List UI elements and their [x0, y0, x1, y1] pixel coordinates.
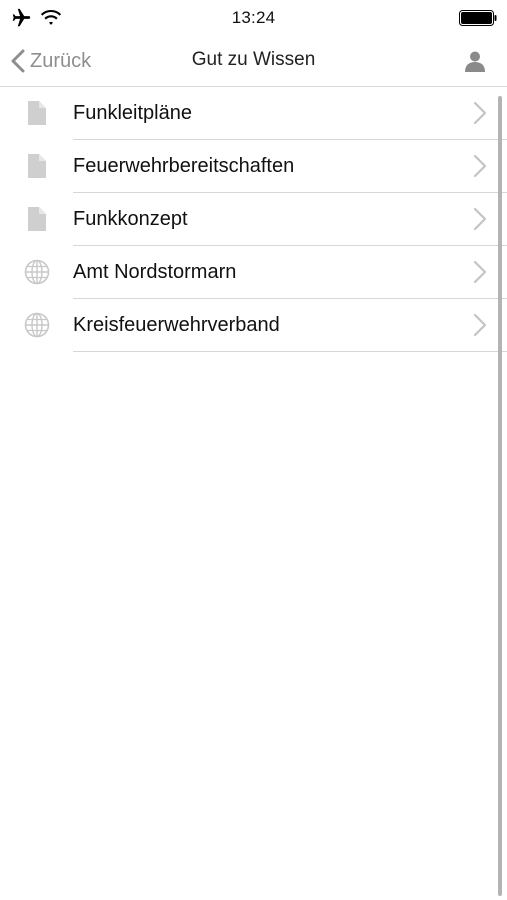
chevron-right-icon [473, 313, 487, 337]
document-icon [28, 101, 46, 125]
list-item-label: Funkkonzept [73, 208, 188, 230]
list-item[interactable]: Feuerwehrbereitschaften [0, 140, 507, 193]
list-item[interactable]: Amt Nordstormarn [0, 246, 507, 299]
list-item[interactable]: Kreisfeuerwehrverband [0, 299, 507, 352]
list-item-label: Feuerwehrbereitschaften [73, 155, 295, 177]
battery-icon [459, 10, 497, 26]
document-icon [28, 154, 46, 178]
chevron-right-icon [473, 154, 487, 178]
globe-icon [24, 259, 50, 285]
list-item-label: Funkleitpläne [73, 102, 192, 124]
person-icon[interactable] [463, 49, 487, 73]
nav-bar: Zurück Gut zu Wissen [0, 36, 507, 87]
chevron-right-icon [473, 207, 487, 231]
status-time: 13:24 [231, 8, 276, 27]
scrollbar[interactable] [498, 96, 502, 896]
list-item[interactable]: Funkkonzept [0, 193, 507, 246]
page-title: Gut zu Wissen [191, 49, 316, 70]
list-item-label: Kreisfeuerwehrverband [73, 314, 280, 336]
status-bar: 13:24 [0, 0, 507, 36]
chevron-right-icon [473, 101, 487, 125]
list-item[interactable]: Funkleitpläne [0, 87, 507, 140]
info-list: Funkleitpläne Feuerwehrbereitschaften Fu… [0, 87, 507, 352]
document-icon [28, 207, 46, 231]
list-item-label: Amt Nordstormarn [73, 261, 237, 283]
chevron-right-icon [473, 260, 487, 284]
globe-icon [24, 312, 50, 338]
